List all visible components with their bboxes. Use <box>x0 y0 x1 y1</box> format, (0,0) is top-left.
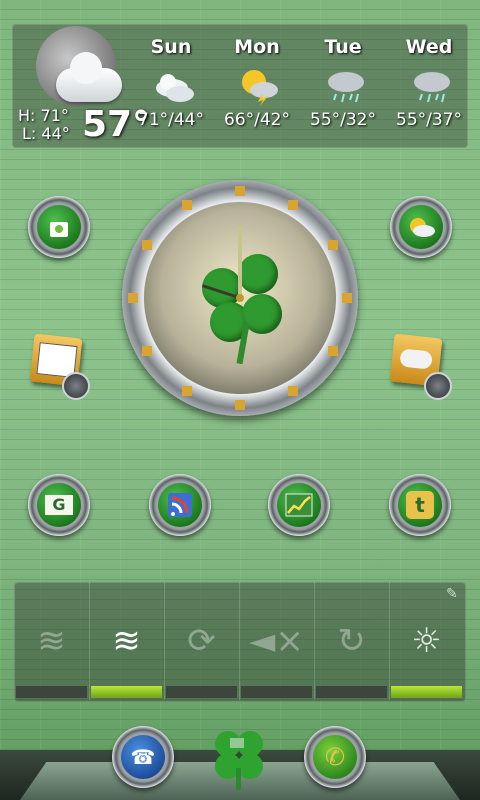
phone-book-glyph: ☎ <box>130 745 156 769</box>
hour-marker <box>235 186 245 196</box>
cloud-icon <box>56 52 122 102</box>
forecast-day: Mon 66°/42° <box>212 36 302 130</box>
rotate-icon: ↻ <box>337 621 366 661</box>
toggle-indicator <box>241 686 312 698</box>
forecast-day: Wed 55°/37° <box>384 36 474 130</box>
hour-marker <box>288 386 298 396</box>
auto-brightness-icon: ☼ <box>411 621 442 661</box>
contacts-dock-icon[interactable]: ☎ <box>112 726 174 788</box>
day-temps: 66°/42° <box>224 110 290 130</box>
toggle-indicator <box>16 686 87 698</box>
day-name: Tue <box>324 36 362 58</box>
weather-app-icon[interactable] <box>390 196 452 258</box>
chart-icon <box>277 483 321 527</box>
cloudy-icon <box>156 74 194 102</box>
sun-cloud-icon <box>399 205 443 249</box>
day-name: Sun <box>150 36 192 58</box>
hour-marker <box>328 240 338 250</box>
hour-marker <box>182 386 192 396</box>
phone-book-icon: ☎ <box>121 735 165 779</box>
sound-mute-icon: ◄× <box>249 621 304 661</box>
toggle-indicator <box>391 686 462 698</box>
hour-marker <box>128 293 138 303</box>
rain-icon <box>414 72 450 103</box>
day-name: Mon <box>234 36 280 58</box>
day-name: Wed <box>405 36 453 58</box>
wifi-toggle[interactable]: ≋ <box>14 582 90 700</box>
twitter-icon: t <box>398 483 442 527</box>
twitter-app-icon[interactable]: t <box>389 474 451 536</box>
low-temp: L: 44° <box>22 124 70 143</box>
rss-app-icon[interactable] <box>149 474 211 536</box>
hour-marker <box>142 240 152 250</box>
sound-toggle[interactable]: ◄× <box>239 582 315 700</box>
forecast-day: Sun 71°/44° <box>126 36 216 130</box>
hour-marker <box>142 346 152 356</box>
finance-app-icon[interactable] <box>268 474 330 536</box>
minute-hand <box>238 226 242 298</box>
forecast-day: Tue 55°/32° <box>298 36 388 130</box>
clock-dial <box>144 202 336 394</box>
hour-marker <box>328 346 338 356</box>
weather-widget[interactable]: H: 71° L: 44° 57° Sun 71°/44° Mon 66°/42… <box>12 24 468 148</box>
rss-feed-icon <box>158 483 202 527</box>
wifi-alarm-icon: ≋ <box>112 621 141 661</box>
gmail-app-icon[interactable]: G <box>28 474 90 536</box>
hour-marker <box>182 200 192 210</box>
wifi-icon: ≋ <box>37 621 66 661</box>
power-toggles-widget: ≋ ≋ ⟳ ◄× ↻ ☼ ✎ <box>14 582 466 702</box>
day-temps: 71°/44° <box>138 110 204 130</box>
hour-marker <box>235 400 245 410</box>
phone-icon: ✆ <box>313 735 357 779</box>
sync-toggle[interactable]: ⟳ <box>164 582 240 700</box>
clock-widget[interactable] <box>122 180 358 416</box>
rain-icon <box>328 72 364 103</box>
clock-pin <box>236 294 244 302</box>
gmail-letter: G <box>45 495 73 515</box>
phone-dock-icon[interactable]: ✆ <box>304 726 366 788</box>
hour-marker <box>288 200 298 210</box>
clover-icon <box>215 731 263 790</box>
sync-icon: ⟳ <box>187 621 216 661</box>
toggle-indicator <box>166 686 237 698</box>
day-temps: 55°/32° <box>310 110 376 130</box>
rotate-toggle[interactable]: ↻ <box>314 582 390 700</box>
clover-launcher-icon[interactable] <box>206 724 274 792</box>
high-temp: H: 71° <box>18 106 69 125</box>
gmail-envelope-icon: G <box>37 483 81 527</box>
wifi-alarm-toggle[interactable]: ≋ <box>89 582 165 700</box>
phone-handset-glyph: ✆ <box>324 743 346 771</box>
day-temps: 55°/37° <box>396 110 462 130</box>
shopping-bag-icon <box>37 205 81 249</box>
toggle-indicator <box>316 686 387 698</box>
gamepad-icon <box>399 348 433 370</box>
market-app-icon[interactable] <box>28 196 90 258</box>
hour-marker <box>342 293 352 303</box>
folder-badge <box>424 372 452 400</box>
toggle-indicator <box>91 686 162 698</box>
edit-pencil-icon[interactable]: ✎ <box>446 586 458 602</box>
twitter-letter: t <box>406 491 434 519</box>
folder-badge <box>62 372 90 400</box>
thunderstorm-sun-icon <box>242 70 278 106</box>
